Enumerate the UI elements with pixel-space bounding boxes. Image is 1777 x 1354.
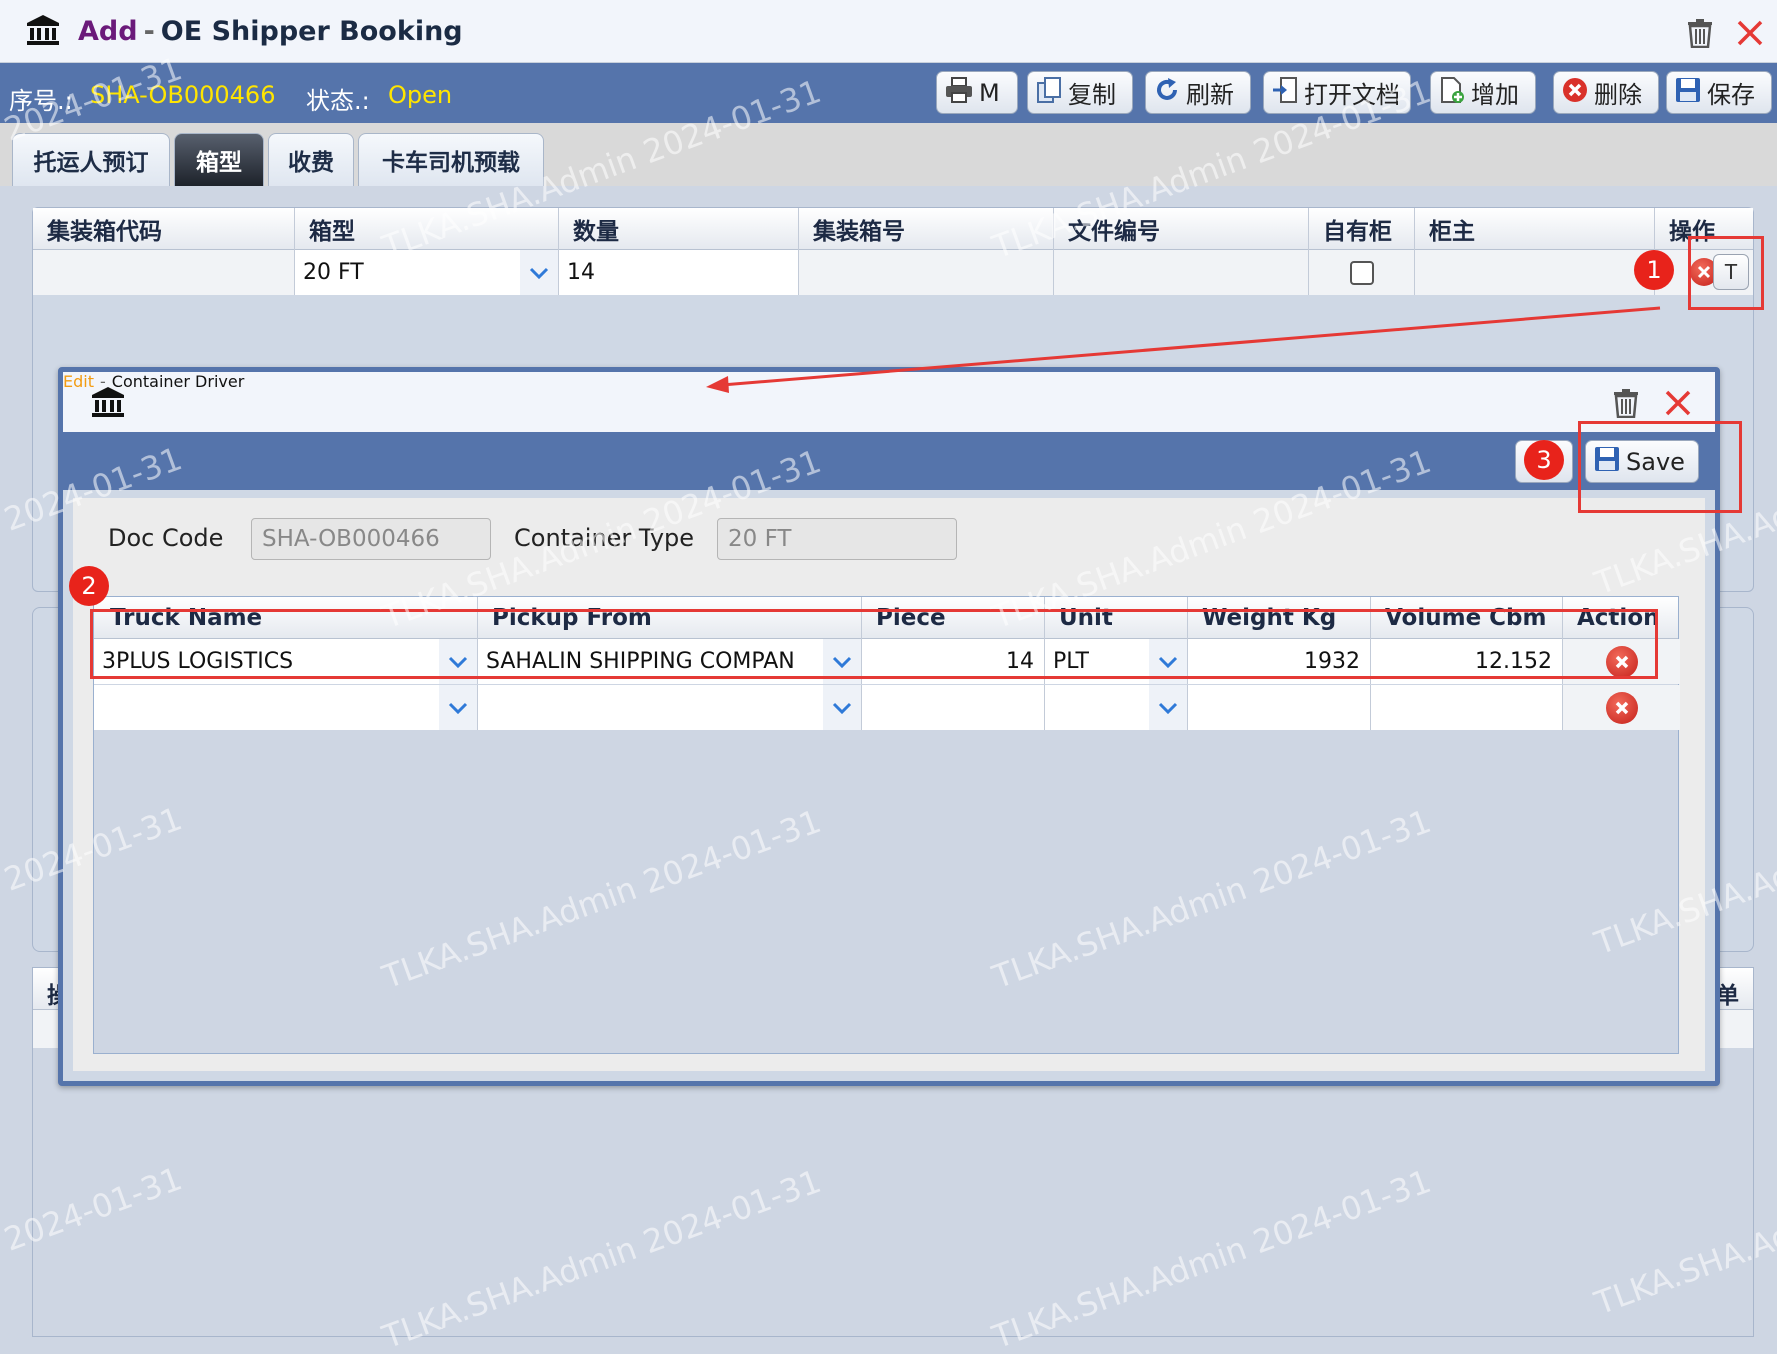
annotation-box-save [1578,421,1742,513]
annotation-badge-3: 3 [1524,440,1564,480]
annotation-box-t-button [1688,236,1764,310]
annotation-badge-2: 2 [69,566,109,606]
annotation-badge-1: 1 [1634,250,1674,290]
annotation-box-truck-row [90,609,1658,679]
